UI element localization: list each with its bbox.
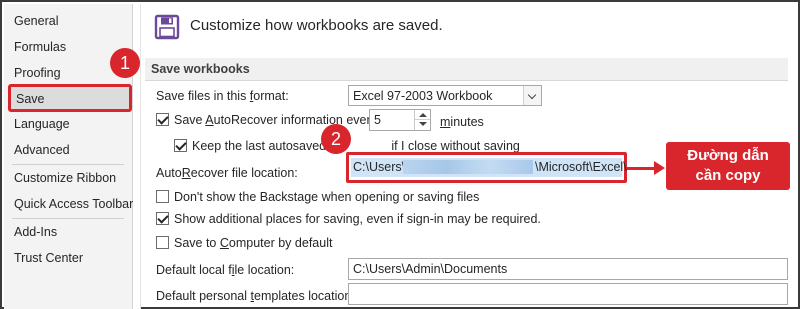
save-to-computer-checkbox[interactable] <box>156 236 169 249</box>
default-templates-input[interactable] <box>348 283 788 305</box>
autorecover-label: Save AutoRecover information every <box>174 113 377 127</box>
chevron-down-icon[interactable] <box>523 86 541 105</box>
callout-line-2: cần copy <box>695 167 761 184</box>
sidebar-item-advanced[interactable]: Advanced <box>14 140 70 160</box>
sidebar-item-quick-access-toolbar[interactable]: Quick Access Toolbar <box>14 194 133 214</box>
sidebar-item-language[interactable]: Language <box>14 114 70 134</box>
backstage-label: Don't show the Backstage when opening or… <box>174 190 480 204</box>
annotation-arrow-line <box>627 167 657 170</box>
sidebar-divider <box>12 164 124 165</box>
backstage-checkbox[interactable] <box>156 190 169 203</box>
step-badge-2: 2 <box>321 124 351 154</box>
additional-places-checkbox[interactable] <box>156 212 169 225</box>
path-end: \Microsoft\Excel\ <box>535 160 627 174</box>
sidebar-item-add-ins[interactable]: Add-Ins <box>14 222 57 242</box>
default-local-input[interactable]: C:\Users\Admin\Documents <box>348 258 788 280</box>
keep-last-label: Keep the last autosaved v if I close wit… <box>192 139 520 153</box>
section-title: Save workbooks <box>151 62 250 76</box>
path-start: C:\Users\ <box>353 160 406 174</box>
stepper-buttons <box>414 110 430 130</box>
chevron-up-icon[interactable] <box>415 110 430 120</box>
sidebar-divider <box>12 218 124 219</box>
keep-last-checkbox[interactable] <box>174 139 187 152</box>
default-local-value: C:\Users\Admin\Documents <box>353 262 508 276</box>
arrow-right-icon <box>654 161 665 175</box>
format-select[interactable]: Excel 97-2003 Workbook <box>348 85 542 106</box>
options-sidebar: General Formulas Proofing Save Language … <box>4 4 133 309</box>
autorecover-checkbox[interactable] <box>156 113 169 126</box>
sidebar-item-proofing[interactable]: Proofing <box>14 63 61 83</box>
sidebar-item-save[interactable]: Save <box>8 84 132 112</box>
chevron-down-icon[interactable] <box>415 120 430 130</box>
autorecover-minutes-stepper[interactable]: 5 <box>369 109 431 131</box>
additional-places-label: Show additional places for saving, even … <box>174 212 541 226</box>
minutes-label: minutes <box>440 115 484 129</box>
save-to-computer-label: Save to Computer by default <box>174 236 333 250</box>
sidebar-splitter <box>133 4 141 309</box>
autorecover-location-input[interactable]: C:\Users\ \Microsoft\Excel\ <box>346 152 627 183</box>
step-badge-1: 1 <box>110 48 140 78</box>
default-templates-label: Default personal templates location: <box>156 289 355 303</box>
format-label: Save files in this format: <box>156 89 289 103</box>
annotation-callout: Đường dẫn cần copy <box>666 142 790 190</box>
section-header: Save workbooks <box>145 58 788 81</box>
redacted-username <box>403 160 533 174</box>
options-window: General Formulas Proofing Save Language … <box>0 0 800 309</box>
autorecover-location-label: AutoRecover file location: <box>156 166 298 180</box>
floppy-disk-icon <box>154 14 180 40</box>
format-select-value: Excel 97-2003 Workbook <box>353 89 493 103</box>
sidebar-item-formulas[interactable]: Formulas <box>14 37 66 57</box>
sidebar-item-general[interactable]: General <box>14 11 58 31</box>
sidebar-item-customize-ribbon[interactable]: Customize Ribbon <box>14 168 116 188</box>
default-local-label: Default local file location: <box>156 263 295 277</box>
sidebar-item-label: Save <box>16 92 45 106</box>
page-title: Customize how workbooks are saved. <box>190 17 443 34</box>
callout-line-1: Đường dẫn <box>687 147 769 164</box>
sidebar-item-trust-center[interactable]: Trust Center <box>14 248 83 268</box>
autorecover-minutes-value: 5 <box>374 113 381 127</box>
